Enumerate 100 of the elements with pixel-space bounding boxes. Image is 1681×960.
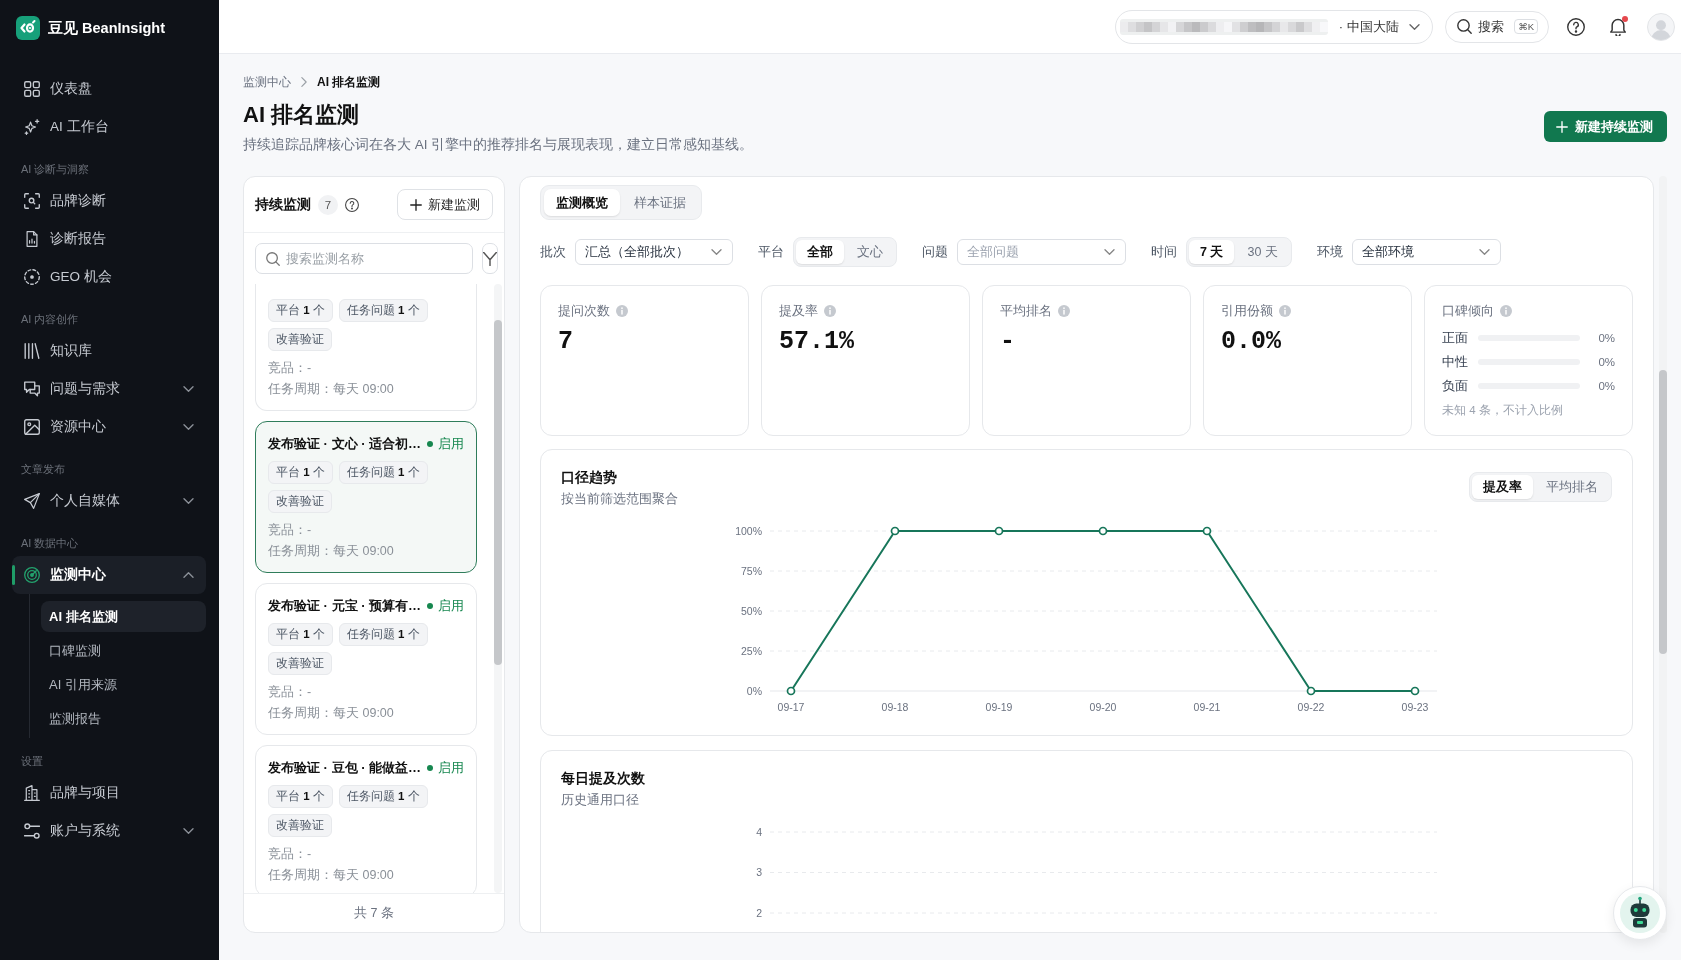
sidebar-subitem[interactable]: 监测报告: [41, 703, 206, 734]
sidebar-section-label: 设置: [20, 754, 44, 769]
data-point: [1202, 526, 1211, 536]
sidebar-item[interactable]: 个人自媒体: [12, 482, 206, 520]
sidebar-item[interactable]: 监测中心: [12, 556, 206, 594]
chevron-down-icon: [1104, 249, 1115, 255]
y-tick-label: 100%: [734, 524, 762, 537]
scrollbar-thumb[interactable]: [1659, 370, 1667, 654]
percent-reading: 0%: [1597, 332, 1615, 344]
y-tick-label: 50%: [740, 604, 762, 617]
sidebar-item[interactable]: 资源中心: [12, 408, 206, 446]
sidebar-item[interactable]: GEO 机会: [12, 258, 206, 296]
bookshelf-icon: [24, 343, 40, 359]
competitor-text: 竞品：-: [268, 522, 313, 539]
tab[interactable]: 监测概览: [544, 189, 620, 216]
schedule-text: 任务周期：每天 09:00: [268, 381, 395, 398]
competitor-text: 竞品：-: [268, 684, 313, 701]
image-icon: [24, 419, 40, 435]
filter-label: 问题: [922, 243, 948, 261]
segment-option[interactable]: 平均排名: [1535, 475, 1609, 499]
status-dot-icon: [427, 765, 434, 771]
monitor-card[interactable]: 发布验证 · 元宝 · 预算有… 启用 平台 1 个 任务问题 1 个 改善验证 竞品：- 任务周期：每天 09:00: [255, 583, 477, 735]
tag: 平台 1 个: [268, 461, 333, 484]
sparkles-icon: [24, 119, 40, 135]
segment-option[interactable]: 全部: [796, 240, 844, 264]
chevron-right-icon: [301, 77, 307, 87]
sidebar-item[interactable]: 品牌与项目: [12, 774, 206, 812]
sidebar-subitem[interactable]: AI 引用来源: [41, 669, 206, 700]
tab[interactable]: 样本证据: [622, 189, 698, 216]
y-tick-label: 2: [755, 906, 762, 919]
panel-title: 持续监测: [255, 195, 311, 214]
sidebar-subitem[interactable]: 口碑监测: [41, 635, 206, 666]
sentiment-label: 负面: [1442, 377, 1469, 395]
monitor-card[interactable]: 发布验证 · 文心 · 适合初… 启用 平台 1 个 任务问题 1 个 改善验证 竞品：- 任务周期：每天 09:00: [255, 421, 477, 573]
shortcut-key: ⌘K: [1514, 19, 1538, 34]
data-point: [1098, 526, 1107, 536]
chat-bubbles-icon: [24, 381, 40, 397]
chart-subtitle: 按当前筛选范围聚合: [561, 491, 678, 508]
dropdown[interactable]: 全部环境: [1351, 239, 1501, 265]
segment-option[interactable]: 文心: [846, 240, 894, 264]
segment-option[interactable]: 提及率: [1472, 475, 1533, 499]
page-title: AI 排名监测: [243, 101, 361, 129]
stat-value: -: [1000, 326, 1015, 358]
competitor-text: 竞品：-: [268, 846, 313, 863]
chart-title: 口径趋势: [561, 468, 618, 487]
y-tick-label: 25%: [740, 644, 762, 657]
segment-option[interactable]: 30 天: [1236, 240, 1289, 264]
count-badge: 7: [318, 194, 338, 215]
stat-value: 0.0%: [1221, 326, 1281, 358]
filter-label: 环境: [1316, 243, 1343, 261]
breadcrumb-current: AI 排名监测: [317, 73, 381, 91]
search-icon: [266, 251, 280, 266]
filter-button[interactable]: [482, 243, 498, 274]
tag: 改善验证: [268, 814, 332, 837]
segment-option[interactable]: 7 天: [1189, 240, 1235, 264]
stat-note: 未知 4 条，不计入比例: [1442, 403, 1564, 418]
dropdown[interactable]: 汇总（全部批次）: [575, 239, 733, 265]
search-icon: [1457, 19, 1473, 34]
sidebar-subitem[interactable]: AI 排名监测: [41, 601, 206, 632]
bell-icon: [1609, 17, 1627, 36]
breadcrumb-link[interactable]: 监测中心: [243, 73, 291, 91]
x-tick-label: 09-20: [1089, 701, 1116, 713]
sidebar-section-label: AI 内容创作: [20, 312, 80, 327]
dashed-circle-icon: [24, 269, 40, 285]
new-tracking-button[interactable]: 新建持续监测: [1544, 111, 1667, 142]
sidebar-item[interactable]: 仪表盘: [12, 70, 206, 108]
percent-reading: 0%: [1597, 356, 1615, 368]
monitor-title: 发布验证 · 元宝 · 预算有…: [268, 597, 422, 615]
data-point: [1306, 686, 1315, 696]
scrollbar-thumb[interactable]: [494, 320, 502, 665]
competitor-text: 竞品：-: [268, 360, 313, 377]
tag: 改善验证: [268, 652, 332, 675]
radar-icon: [24, 567, 40, 583]
data-point: [1410, 686, 1419, 696]
monitor-card[interactable]: 平台 1 个 任务问题 1 个 改善验证 竞品：- 任务周期：每天 09:00: [255, 284, 477, 411]
robot-icon: [1620, 893, 1660, 933]
data-point: [890, 526, 899, 536]
tag: 任务问题 1 个: [338, 623, 428, 646]
sidebar-item[interactable]: 知识库: [12, 332, 206, 370]
new-monitor-button[interactable]: 新建监测: [397, 189, 493, 220]
sidebar-item[interactable]: 品牌诊断: [12, 182, 206, 220]
sliders-icon: [24, 823, 40, 839]
chart-title: 每日提及次数: [561, 769, 646, 788]
sidebar-item[interactable]: 诊断报告: [12, 220, 206, 258]
search-field[interactable]: 搜索监测名称: [255, 243, 473, 274]
total-count: 共 7 条: [354, 904, 394, 922]
stat-value: 57.1%: [779, 326, 854, 358]
schedule-text: 任务周期：每天 09:00: [268, 543, 395, 560]
plus-icon: [410, 198, 422, 211]
stat-value: 7: [558, 326, 573, 358]
tag: 任务问题 1 个: [338, 785, 428, 808]
sidebar-item[interactable]: 问题与需求: [12, 370, 206, 408]
sidebar-section-label: AI 诊断与洞察: [20, 162, 91, 177]
sidebar-item[interactable]: AI 工作台: [12, 108, 206, 146]
filter-label: 时间: [1151, 243, 1177, 261]
monitor-card[interactable]: 发布验证 · 豆包 · 能做益… 启用 平台 1 个 任务问题 1 个 改善验证 竞品：- 任务周期：每天 09:00: [255, 745, 477, 893]
y-tick-label: 4: [755, 825, 762, 838]
sidebar-item[interactable]: 账户与系统: [12, 812, 206, 850]
data-point: [786, 686, 795, 696]
tag: 改善验证: [268, 328, 332, 351]
